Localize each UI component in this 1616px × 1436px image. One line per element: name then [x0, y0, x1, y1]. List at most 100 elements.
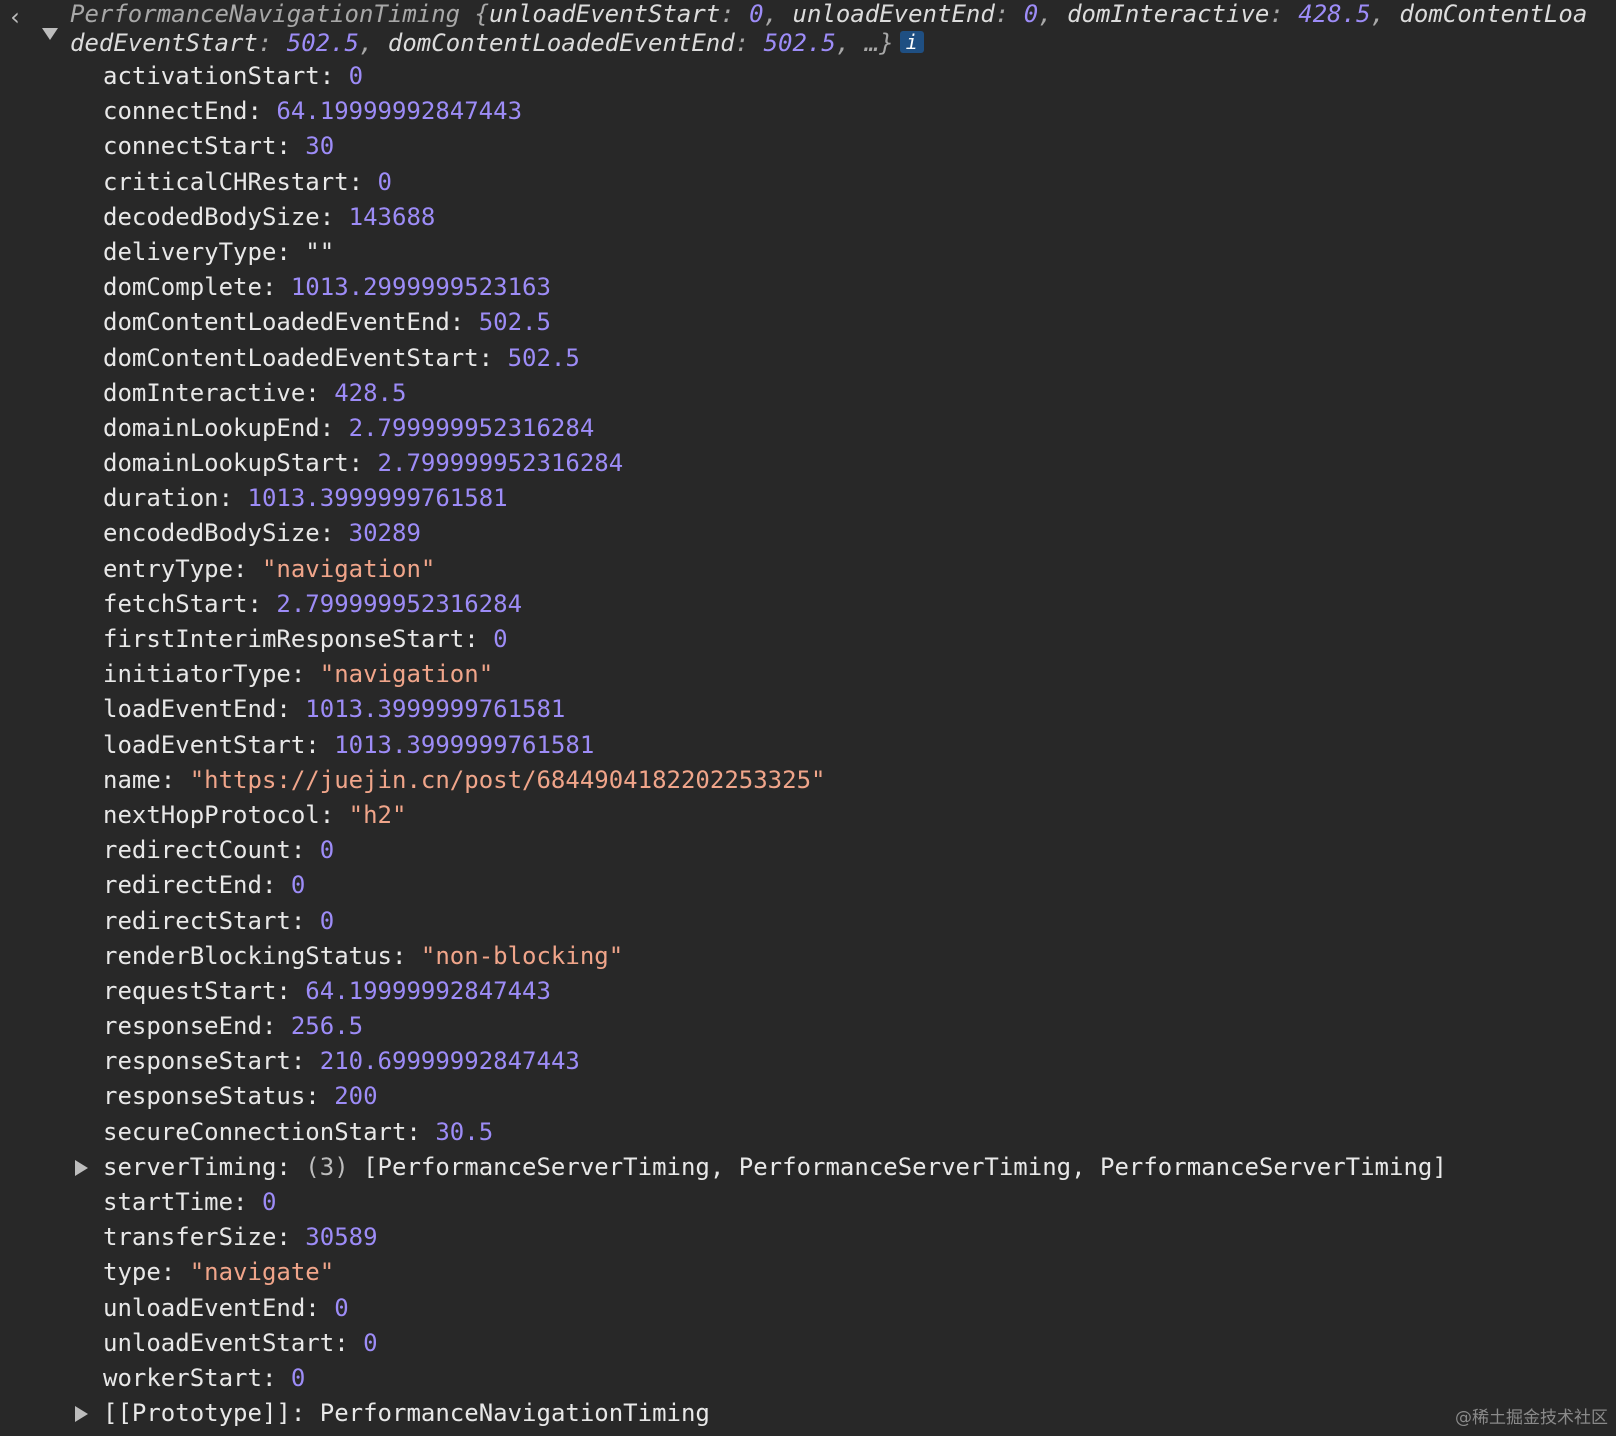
property-row: transferSize: 30589 [103, 1220, 1583, 1255]
preview-key: unloadEventStart [489, 0, 721, 28]
property-key: name: [103, 765, 190, 794]
property-key: loadEventEnd: [103, 695, 306, 724]
property-value: 256.5 [290, 1012, 364, 1041]
property-value: "navigation" [319, 660, 494, 689]
property-value: 2.799999952316284 [377, 449, 624, 478]
property-row: name: "https://juejin.cn/post/6844904182… [103, 763, 1583, 798]
property-row: nextHopProtocol: "h2" [103, 798, 1583, 833]
object-type-label: PerformanceNavigationTiming [70, 0, 461, 28]
property-key: redirectEnd: [103, 871, 291, 900]
property-value: 1013.2999999523163 [290, 273, 551, 302]
preview-comma: , [1038, 0, 1068, 28]
property-row: domContentLoadedEventEnd: 502.5 [103, 305, 1583, 340]
result-arrow-icon: ‹ [8, 3, 23, 31]
property-row: decodedBodySize: 143688 [103, 200, 1583, 235]
property-value: 210.69999992847443 [319, 1047, 580, 1076]
preview-value: 502.5 [286, 29, 359, 57]
property-value: 0 [348, 62, 364, 90]
open-brace: { [460, 0, 490, 28]
property-key: activationStart: [103, 62, 349, 90]
expand-triangle-icon[interactable] [75, 1406, 88, 1423]
property-key: type: [103, 1258, 190, 1287]
preview-comma: , [359, 29, 388, 57]
property-key: requestStart: [103, 976, 306, 1005]
property-list: activationStart: 0 connectEnd: 64.1999999… [75, 59, 1583, 1431]
collapse-triangle-icon[interactable] [42, 28, 58, 40]
expand-triangle-icon[interactable] [75, 1159, 88, 1176]
property-key: encodedBodySize: [103, 519, 349, 548]
property-row: activationStart: 0 [103, 59, 1583, 94]
property-value: 0 [290, 1363, 306, 1392]
property-row[interactable]: serverTiming: (3) [PerformanceServerTimi… [75, 1150, 1583, 1185]
preview-value: 502.5 [763, 29, 836, 57]
property-key: decodedBodySize: [103, 202, 349, 231]
property-value: 30289 [348, 519, 421, 548]
preview-colon: : [994, 0, 1024, 28]
property-count: (3) [305, 1152, 364, 1181]
property-key: domComplete: [103, 273, 291, 302]
property-value: 64.19999992847443 [276, 97, 523, 126]
console-panel: ‹ PerformanceNavigationTiming {unloadEve… [0, 0, 1616, 1436]
property-value: 0 [377, 167, 392, 196]
property-row: unloadEventStart: 0 [103, 1326, 1583, 1361]
property-key: serverTiming: [103, 1152, 306, 1181]
property-row: fetchStart: 2.799999952316284 [103, 587, 1583, 622]
preview-key: unloadEventEnd [792, 0, 995, 28]
property-key: firstInterimResponseStart: [103, 625, 494, 653]
property-row: type: "navigate" [103, 1255, 1583, 1290]
watermark: @稀土掘金技术社区 [1455, 1408, 1608, 1428]
info-icon[interactable]: i [899, 31, 924, 53]
property-value: 143688 [348, 202, 436, 231]
property-key: criticalCHRestart: [103, 167, 378, 196]
property-value: PerformanceNavigationTiming [319, 1399, 710, 1428]
property-value: "navigate" [189, 1258, 335, 1287]
property-row: redirectEnd: 0 [103, 868, 1583, 903]
property-row: connectEnd: 64.19999992847443 [103, 94, 1583, 129]
property-value: "h2" [348, 800, 407, 829]
property-key: workerStart: [103, 1363, 291, 1392]
object-summary[interactable]: PerformanceNavigationTiming {unloadEvent… [70, 0, 1590, 58]
property-row: deliveryType: "" [103, 235, 1583, 270]
property-key: loadEventStart: [103, 730, 335, 759]
property-key: [[Prototype]]: [103, 1399, 320, 1428]
property-value: 1013.3999999761581 [247, 484, 508, 513]
preview-comma: , [763, 0, 793, 28]
property-row: entryType: "navigation" [103, 552, 1583, 587]
property-row: duration: 1013.3999999761581 [103, 481, 1583, 516]
property-key: connectEnd: [103, 97, 277, 126]
property-row[interactable]: [[Prototype]]: PerformanceNavigationTimi… [75, 1396, 1583, 1431]
property-row: workerStart: 0 [103, 1361, 1583, 1396]
property-key: domainLookupStart: [103, 449, 378, 478]
property-value: 0 [319, 906, 335, 935]
property-row: requestStart: 64.19999992847443 [103, 974, 1583, 1009]
property-row: secureConnectionStart: 30.5 [103, 1115, 1583, 1150]
property-value: 0 [290, 871, 306, 900]
property-value: "https://juejin.cn/post/6844904182202253… [189, 765, 826, 794]
property-value: 64.19999992847443 [305, 976, 551, 1005]
property-value: 428.5 [334, 378, 407, 407]
property-key: unloadEventEnd: [103, 1293, 335, 1322]
preview-comma: , [835, 29, 865, 57]
property-value: 1013.3999999761581 [305, 695, 566, 724]
property-row: encodedBodySize: 30289 [103, 516, 1583, 551]
property-row: redirectStart: 0 [103, 904, 1583, 939]
property-row: responseStatus: 200 [103, 1079, 1583, 1114]
property-row: connectStart: 30 [103, 129, 1583, 164]
property-key: responseStart: [103, 1047, 320, 1076]
property-row: domComplete: 1013.2999999523163 [103, 270, 1583, 305]
property-value: 502.5 [507, 343, 580, 372]
property-value: "non-blocking" [420, 941, 624, 970]
property-key: secureConnectionStart: [103, 1117, 436, 1146]
property-row: domainLookupStart: 2.799999952316284 [103, 446, 1583, 481]
property-value: 200 [334, 1082, 378, 1111]
property-key: domContentLoadedEventEnd: [103, 308, 479, 337]
property-row: firstInterimResponseStart: 0 [103, 622, 1583, 657]
property-row: criticalCHRestart: 0 [103, 165, 1583, 200]
property-key: transferSize: [103, 1223, 306, 1252]
property-row: loadEventStart: 1013.3999999761581 [103, 728, 1583, 763]
property-row: renderBlockingStatus: "non-blocking" [103, 939, 1583, 974]
property-row: unloadEventEnd: 0 [103, 1291, 1583, 1326]
property-value: "" [305, 237, 335, 266]
property-row: initiatorType: "navigation" [103, 657, 1583, 692]
property-key: redirectStart: [103, 906, 320, 935]
